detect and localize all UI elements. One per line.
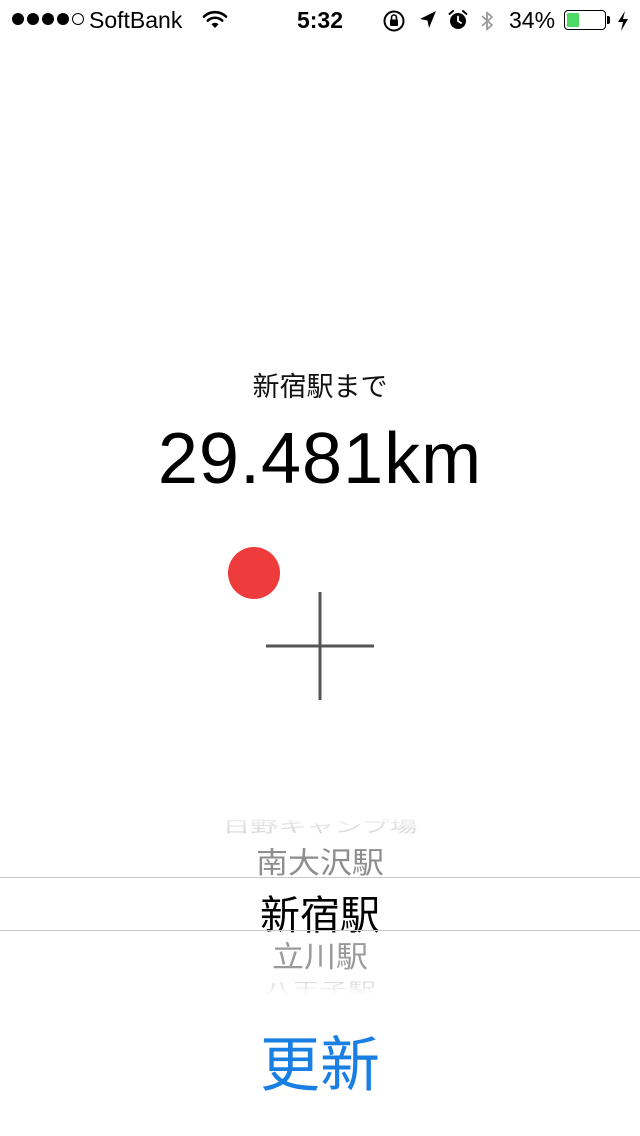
battery-icon bbox=[564, 10, 606, 30]
station-picker[interactable]: 日野キャンプ場 南大沢駅 新宿駅 立川駅 八王子駅 bbox=[0, 810, 640, 995]
bluetooth-icon bbox=[479, 9, 495, 39]
alarm-icon bbox=[447, 9, 469, 37]
app-screen: SoftBank 5:32 34% 新宿駅まで 29.481km 日野キャンプ場… bbox=[0, 0, 640, 1136]
orientation-lock-icon bbox=[382, 9, 406, 39]
battery-tip bbox=[607, 16, 610, 24]
picker-row[interactable]: 日野キャンプ場 bbox=[0, 815, 640, 837]
picker-row[interactable]: 南大沢駅 bbox=[0, 840, 640, 882]
picker-row-selected[interactable]: 新宿駅 bbox=[0, 883, 640, 941]
picker-row[interactable]: 立川駅 bbox=[0, 934, 640, 976]
direction-indicator bbox=[220, 540, 390, 710]
location-arrow-icon bbox=[418, 9, 438, 37]
update-button[interactable]: 更新 bbox=[220, 1015, 420, 1105]
battery-percent: 34% bbox=[509, 7, 556, 33]
charging-bolt-icon bbox=[616, 10, 630, 38]
destination-label: 新宿駅まで bbox=[252, 372, 388, 403]
distance-readout: 29.481km bbox=[157, 419, 483, 499]
picker-selection-line-top bbox=[0, 877, 640, 878]
status-bar: SoftBank 5:32 34% bbox=[0, 0, 640, 40]
picker-selection-line-bottom bbox=[0, 930, 640, 931]
picker-row[interactable]: 八王子駅 bbox=[0, 977, 640, 995]
battery-level-fill bbox=[567, 13, 580, 27]
target-direction-dot bbox=[228, 547, 280, 599]
